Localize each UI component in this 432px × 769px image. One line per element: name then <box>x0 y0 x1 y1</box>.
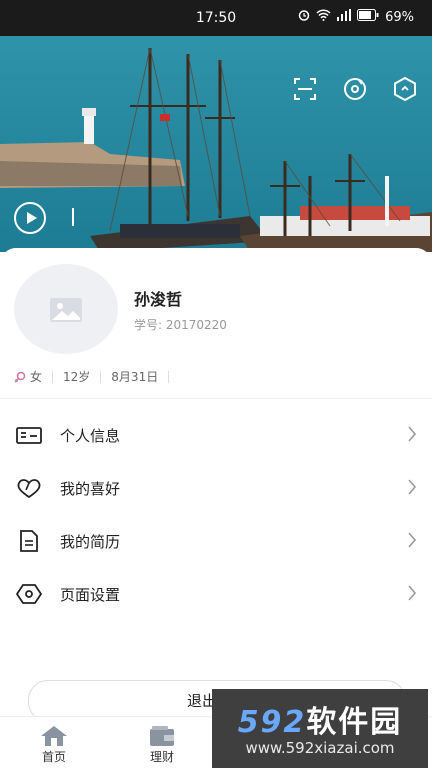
play-divider <box>72 208 74 226</box>
wallet-icon <box>150 726 174 746</box>
watermark-brand: 592软件园 <box>237 705 403 740</box>
menu-item-preferences[interactable]: 我的喜好 <box>0 461 432 514</box>
harbor-photo <box>0 36 432 252</box>
menu-item-personal-info[interactable]: 个人信息 <box>0 408 432 461</box>
watermark-url: www.592xiazai.com <box>245 739 395 757</box>
music-disc-icon[interactable] <box>342 76 368 102</box>
hero-banner <box>0 36 432 252</box>
wifi-icon <box>316 9 331 25</box>
tab-label: 首页 <box>41 750 66 764</box>
tag-divider <box>52 370 54 383</box>
gender-tag: 女 <box>14 368 42 385</box>
profile-name: 孙浚哲 <box>134 290 183 309</box>
menu-label: 我的喜好 <box>60 480 121 498</box>
tag-divider <box>100 370 102 383</box>
image-placeholder-icon <box>50 298 82 322</box>
profile-menu: 个人信息 我的喜好 我的简历 页面设置 <box>0 408 432 620</box>
menu-label: 个人信息 <box>60 427 121 445</box>
student-id: 学号: 20170220 <box>134 318 227 332</box>
hexagon-settings-icon[interactable] <box>392 76 418 102</box>
divider <box>0 398 432 399</box>
play-icon[interactable] <box>14 202 46 234</box>
hexagon-eye-icon <box>15 582 43 606</box>
document-icon <box>16 529 42 553</box>
status-icons: 69% <box>298 9 414 25</box>
scan-icon[interactable] <box>292 76 318 102</box>
chevron-right-icon <box>406 530 418 550</box>
menu-label: 页面设置 <box>60 586 121 604</box>
tab-finance[interactable]: 理财 <box>122 717 202 769</box>
tag-divider <box>168 370 170 383</box>
menu-item-resume[interactable]: 我的简历 <box>0 514 432 567</box>
watermark-overlay: 592软件园 www.592xiazai.com <box>212 689 428 768</box>
id-card-icon <box>16 423 42 447</box>
battery-percent: 69% <box>385 9 414 25</box>
signal-icon <box>337 9 352 25</box>
alarm-icon <box>298 9 310 25</box>
chevron-right-icon <box>406 424 418 444</box>
heart-icon <box>16 476 42 500</box>
age-tag: 12岁 <box>63 370 91 384</box>
battery-icon <box>357 9 379 25</box>
tab-label: 理财 <box>149 750 174 764</box>
profile-tags: 女 12岁 8月31日 <box>14 368 179 385</box>
chevron-right-icon <box>406 583 418 603</box>
tab-home[interactable]: 首页 <box>14 717 94 769</box>
home-icon <box>41 726 67 746</box>
female-icon <box>14 371 26 383</box>
avatar[interactable] <box>14 264 118 354</box>
menu-item-page-settings[interactable]: 页面设置 <box>0 567 432 620</box>
birthday-tag: 8月31日 <box>111 370 159 384</box>
status-bar: 17:50 69% <box>0 0 432 36</box>
chevron-right-icon <box>406 477 418 497</box>
gender-label: 女 <box>30 370 43 384</box>
menu-label: 我的简历 <box>60 533 121 551</box>
